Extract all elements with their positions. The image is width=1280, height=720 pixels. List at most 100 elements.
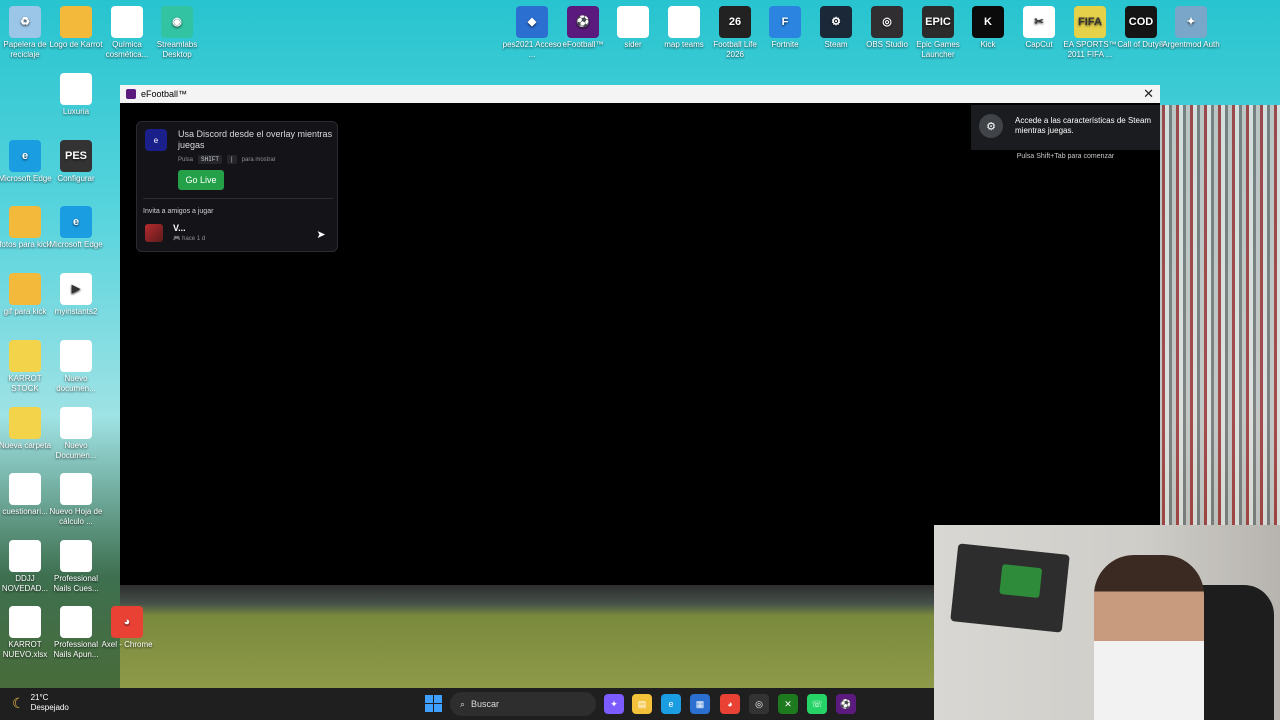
copilot-icon[interactable]: ✦ xyxy=(604,694,624,714)
desktop-icon-label: Nuevo documen... xyxy=(56,374,96,393)
stadium-background-bottom xyxy=(120,585,934,688)
taskbar-search[interactable]: ⌕ Buscar xyxy=(450,692,596,716)
desktop-icon[interactable]: Professional Nails Cues... xyxy=(45,540,107,594)
document-icon xyxy=(617,6,649,38)
desktop-icon[interactable]: e Microsoft Edge xyxy=(45,206,107,250)
search-placeholder: Buscar xyxy=(471,699,500,709)
streamlabs-icon: ◉ xyxy=(161,6,193,38)
document-icon xyxy=(60,407,92,439)
media-icon: ▶ xyxy=(60,273,92,305)
edge-icon: e xyxy=(9,140,41,172)
folder-icon xyxy=(9,273,41,305)
pipe-key: | xyxy=(227,155,237,164)
chrome-icon[interactable]: ◕ xyxy=(720,694,740,714)
fifa-icon: FIFA xyxy=(1074,6,1106,38)
efootball-logo-icon: e xyxy=(145,129,167,151)
desktop-icon-label: Streamlabs Desktop xyxy=(156,40,198,59)
document-icon xyxy=(9,540,41,572)
friend-avatar xyxy=(145,224,163,242)
pes-icon: ◆ xyxy=(516,6,548,38)
steam-shortcut-hint: Pulsa Shift+Tab para comenzar xyxy=(1016,153,1115,160)
kick-icon: K xyxy=(972,6,1004,38)
invite-friends-label: Invita a amigos a jugar xyxy=(143,208,214,215)
steam-icon: ⚙ xyxy=(979,114,1003,138)
weather-widget[interactable]: ☾ 21°C Despejado xyxy=(12,693,69,713)
discord-overlay-panel: e Usa Discord desde el overlay mientras … xyxy=(136,121,338,252)
document-icon xyxy=(9,606,41,638)
stadium-painting xyxy=(950,543,1070,633)
folder-icon xyxy=(9,340,41,372)
xbox-icon[interactable]: ✕ xyxy=(778,694,798,714)
painting-pitch xyxy=(999,564,1043,599)
document-icon xyxy=(111,6,143,38)
argentmod-icon: ✦ xyxy=(1175,6,1207,38)
edge-icon[interactable]: e xyxy=(661,694,681,714)
folder-icon xyxy=(9,407,41,439)
desktop-icon[interactable]: PES Configurar xyxy=(45,140,107,184)
weather-temperature: 21°C xyxy=(30,693,49,702)
window-titlebar[interactable]: eFootball™ ✕ xyxy=(120,85,1160,103)
document-icon xyxy=(60,606,92,638)
fortnite-icon: F xyxy=(769,6,801,38)
document-icon xyxy=(60,340,92,372)
desktop-icon[interactable]: ✦ Argentmod Auth xyxy=(1160,6,1222,50)
store-icon[interactable]: ▦ xyxy=(690,694,710,714)
steam-overlay-notification: ⚙ Accede a las características de Steam … xyxy=(971,105,1160,150)
desktop-icon-label: myinstants2 xyxy=(54,307,98,316)
close-icon[interactable]: ✕ xyxy=(1143,86,1154,102)
hint-prefix: Pulsa xyxy=(178,156,194,163)
obs-icon[interactable]: ◎ xyxy=(749,694,769,714)
hint-suffix: para mostrar xyxy=(241,156,276,163)
document-icon xyxy=(9,473,41,505)
capcut-icon: ✂ xyxy=(1023,6,1055,38)
document-icon xyxy=(668,6,700,38)
discord-shortcut-hint: Pulsa SHIFT | para mostrar xyxy=(178,155,276,164)
taskbar: ☾ 21°C Despejado ⌕ Buscar ✦ ▤ e ▦ ◕ ◎ ✕ … xyxy=(0,688,934,720)
desktop-icon-label: Axel - Chrome xyxy=(101,640,153,649)
desktop-icon-label: Nuevo Documen... xyxy=(55,441,97,460)
desktop-icon[interactable]: Luxuria xyxy=(45,73,107,117)
streamer xyxy=(1094,555,1204,720)
windows-start-icon[interactable] xyxy=(425,695,442,712)
edge-icon: e xyxy=(60,206,92,238)
desktop-icon[interactable]: Nuevo Documen... xyxy=(45,407,107,461)
pes-config-icon: PES xyxy=(60,140,92,172)
file-explorer-icon[interactable]: ▤ xyxy=(632,694,652,714)
desktop-icon-label: Professional Nails Cues... xyxy=(53,574,99,593)
epic-games-icon: EPIC xyxy=(922,6,954,38)
obs-icon: ◎ xyxy=(871,6,903,38)
whatsapp-icon[interactable]: ☏ xyxy=(807,694,827,714)
desktop-icon-label: Argentmod Auth xyxy=(1162,40,1220,49)
friend-status: 🎮 hace 1 d xyxy=(173,236,206,242)
document-icon xyxy=(60,540,92,572)
friend-name: V... xyxy=(173,223,186,233)
efootball-taskbar-icon[interactable]: ⚽ xyxy=(836,694,856,714)
desktop-icon[interactable]: Nuevo documen... xyxy=(45,340,107,394)
desktop-icon[interactable]: ▶ myinstants2 xyxy=(45,273,107,317)
call-of-duty-icon: COD xyxy=(1125,6,1157,38)
desktop-icon-label: Luxuria xyxy=(62,107,90,116)
divider xyxy=(143,198,333,199)
friend-row[interactable]: V... 🎮 hace 1 d ➤ xyxy=(143,222,333,246)
steam-icon: ⚙ xyxy=(820,6,852,38)
document-icon xyxy=(60,73,92,105)
desktop-icon-label: Configurar xyxy=(57,174,95,183)
steam-notice-text: Accede a las características de Steam mi… xyxy=(1015,116,1152,135)
desktop-icon-label: Microsoft Edge xyxy=(49,240,103,249)
stadium-background-right xyxy=(1158,105,1280,525)
football-life-icon: 26 xyxy=(719,6,751,38)
document-icon xyxy=(60,473,92,505)
recycle-bin-icon: ♻ xyxy=(9,6,41,38)
desktop-icon[interactable]: Nuevo Hoja de cálculo ... xyxy=(45,473,107,527)
window-title: eFootball™ xyxy=(141,89,188,99)
folder-icon xyxy=(60,6,92,38)
folder-icon xyxy=(9,206,41,238)
desktop-icon[interactable]: ◕ Axel - Chrome xyxy=(96,606,158,650)
efootball-window[interactable]: eFootball™ ✕ e Usa Discord desde el over… xyxy=(120,85,1160,585)
chrome-icon: ◕ xyxy=(111,606,143,638)
send-invite-arrow-icon[interactable]: ➤ xyxy=(313,226,329,242)
efootball-icon: ⚽ xyxy=(567,6,599,38)
discord-overlay-title: Usa Discord desde el overlay mientras ju… xyxy=(178,129,333,150)
go-live-button[interactable]: Go Live xyxy=(178,170,224,190)
desktop-icon[interactable]: ◉ Streamlabs Desktop xyxy=(146,6,208,60)
